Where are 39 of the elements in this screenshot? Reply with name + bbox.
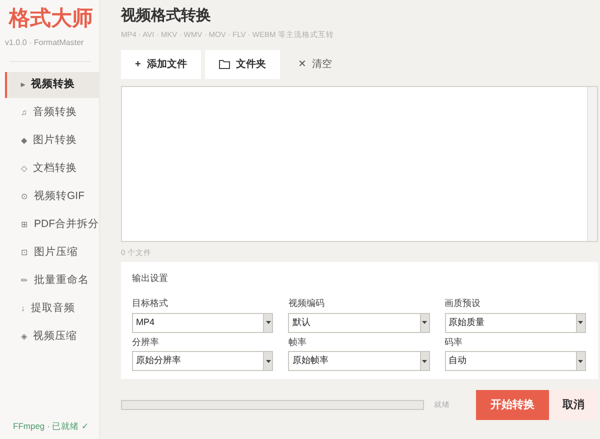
field-label: 视频编码 <box>288 297 326 310</box>
sidebar-item[interactable]: ◇ 文档转换 <box>5 156 99 182</box>
field-label: 帧率 <box>288 336 308 349</box>
dropdown-caret-icon <box>263 352 272 370</box>
sidebar-item[interactable]: ◈ 视频压缩 <box>5 324 99 350</box>
settings-title: 输出设置 <box>132 272 169 285</box>
dropdown-field[interactable]: 默认 <box>288 312 430 333</box>
page-title: 视频格式转换 <box>121 6 212 26</box>
dropdown-caret-icon <box>420 314 429 332</box>
folder-button[interactable]: 文件夹 <box>204 50 280 79</box>
dropdown-field[interactable]: 原始分辨率 <box>132 351 274 372</box>
version-text: v1.0.0 · FormatMaster <box>5 37 85 50</box>
sidebar-item[interactable]: ♫ 音频转换 <box>5 100 99 126</box>
app-logo: 格式大师 <box>8 6 94 32</box>
cancel-button[interactable]: 取消 <box>549 390 598 420</box>
sidebar-item[interactable]: ↓ 提取音频 <box>5 296 99 322</box>
dropdown-caret-icon <box>263 314 272 332</box>
dropdown-field[interactable]: MP4 <box>132 312 274 333</box>
clear-button[interactable]: ✕ 清空 <box>284 50 346 79</box>
scrollbar[interactable] <box>587 86 597 242</box>
dropdown-caret-icon <box>576 314 585 332</box>
dropdown-caret-icon <box>576 352 585 370</box>
status-text: FFmpeg · 已就绪 ✓ <box>12 420 91 433</box>
folder-icon <box>218 60 230 69</box>
dropdown-caret-icon <box>420 352 429 370</box>
field-label: 目标格式 <box>132 297 169 310</box>
sidebar-item[interactable]: ⊙ 视频转GIF <box>5 184 99 210</box>
add-file-button[interactable]: + 添加文件 <box>121 50 201 79</box>
sidebar-item[interactable]: ▸ 视频转换 <box>5 72 99 98</box>
sidebar-item[interactable]: ◆ 图片转换 <box>5 128 99 154</box>
field-label: 画质预设 <box>444 297 482 310</box>
field-label: 分辨率 <box>132 336 160 349</box>
dropdown-field[interactable]: 自动 <box>444 351 586 372</box>
dropdown-field[interactable]: 原始质量 <box>444 312 586 333</box>
sidebar-item[interactable]: ✏ 批量重命名 <box>5 268 99 294</box>
dropdown-field[interactable]: 原始帧率 <box>288 351 430 372</box>
sidebar-item[interactable]: ⊞ PDF合并拆分 <box>5 212 99 238</box>
field-label: 码率 <box>444 336 464 349</box>
sidebar-item[interactable]: ⊡ 图片压缩 <box>5 240 99 266</box>
